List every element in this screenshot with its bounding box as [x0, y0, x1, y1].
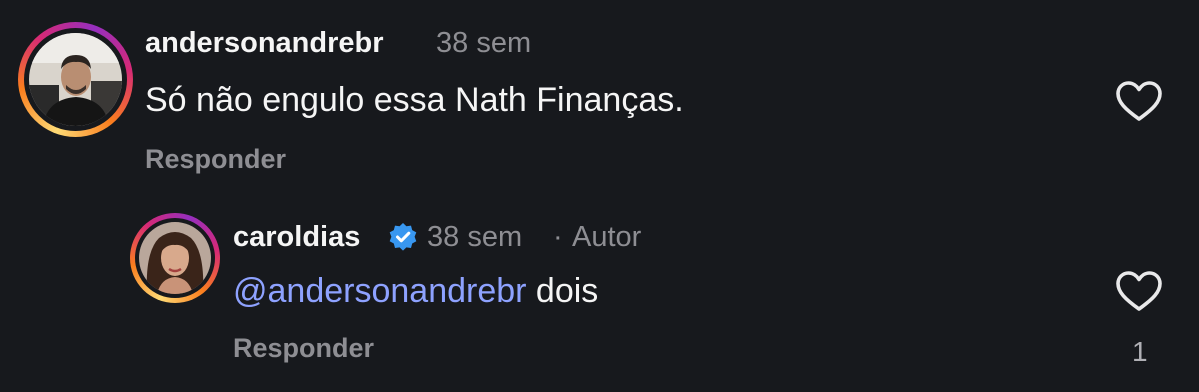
avatar[interactable] [139, 222, 211, 294]
comment-timestamp: 38 sem [436, 27, 532, 59]
verified-badge-icon [388, 222, 418, 252]
like-button[interactable] [1115, 80, 1163, 122]
author-tag: Autor [572, 221, 642, 253]
reply-button[interactable]: Responder [233, 333, 374, 364]
mention-link[interactable]: @andersonandrebr [233, 272, 526, 310]
reply-comment-item: caroldias 38 sem · Autor @andersonandreb… [0, 200, 1199, 392]
comment-username[interactable]: andersonandrebr [145, 27, 384, 60]
comment-username[interactable]: caroldias [233, 221, 360, 254]
like-count: 1 [1132, 336, 1148, 367]
comment-body: dois [526, 272, 599, 310]
comment-text: @andersonandrebr dois [233, 272, 598, 311]
like-button[interactable] [1115, 270, 1163, 312]
comment-text: Só não engulo essa Nath Finanças. [145, 81, 684, 119]
reply-button[interactable]: Responder [145, 144, 286, 175]
heart-outline-icon [1116, 81, 1162, 121]
man-portrait-avatar [29, 33, 122, 126]
meta-separator: · [553, 221, 563, 253]
comment-timestamp: 38 sem [427, 221, 523, 253]
avatar[interactable] [29, 33, 122, 126]
heart-outline-icon [1116, 271, 1162, 311]
comment-item: andersonandrebr 38 sem Só não engulo ess… [0, 0, 1199, 200]
woman-portrait-avatar [139, 222, 211, 294]
